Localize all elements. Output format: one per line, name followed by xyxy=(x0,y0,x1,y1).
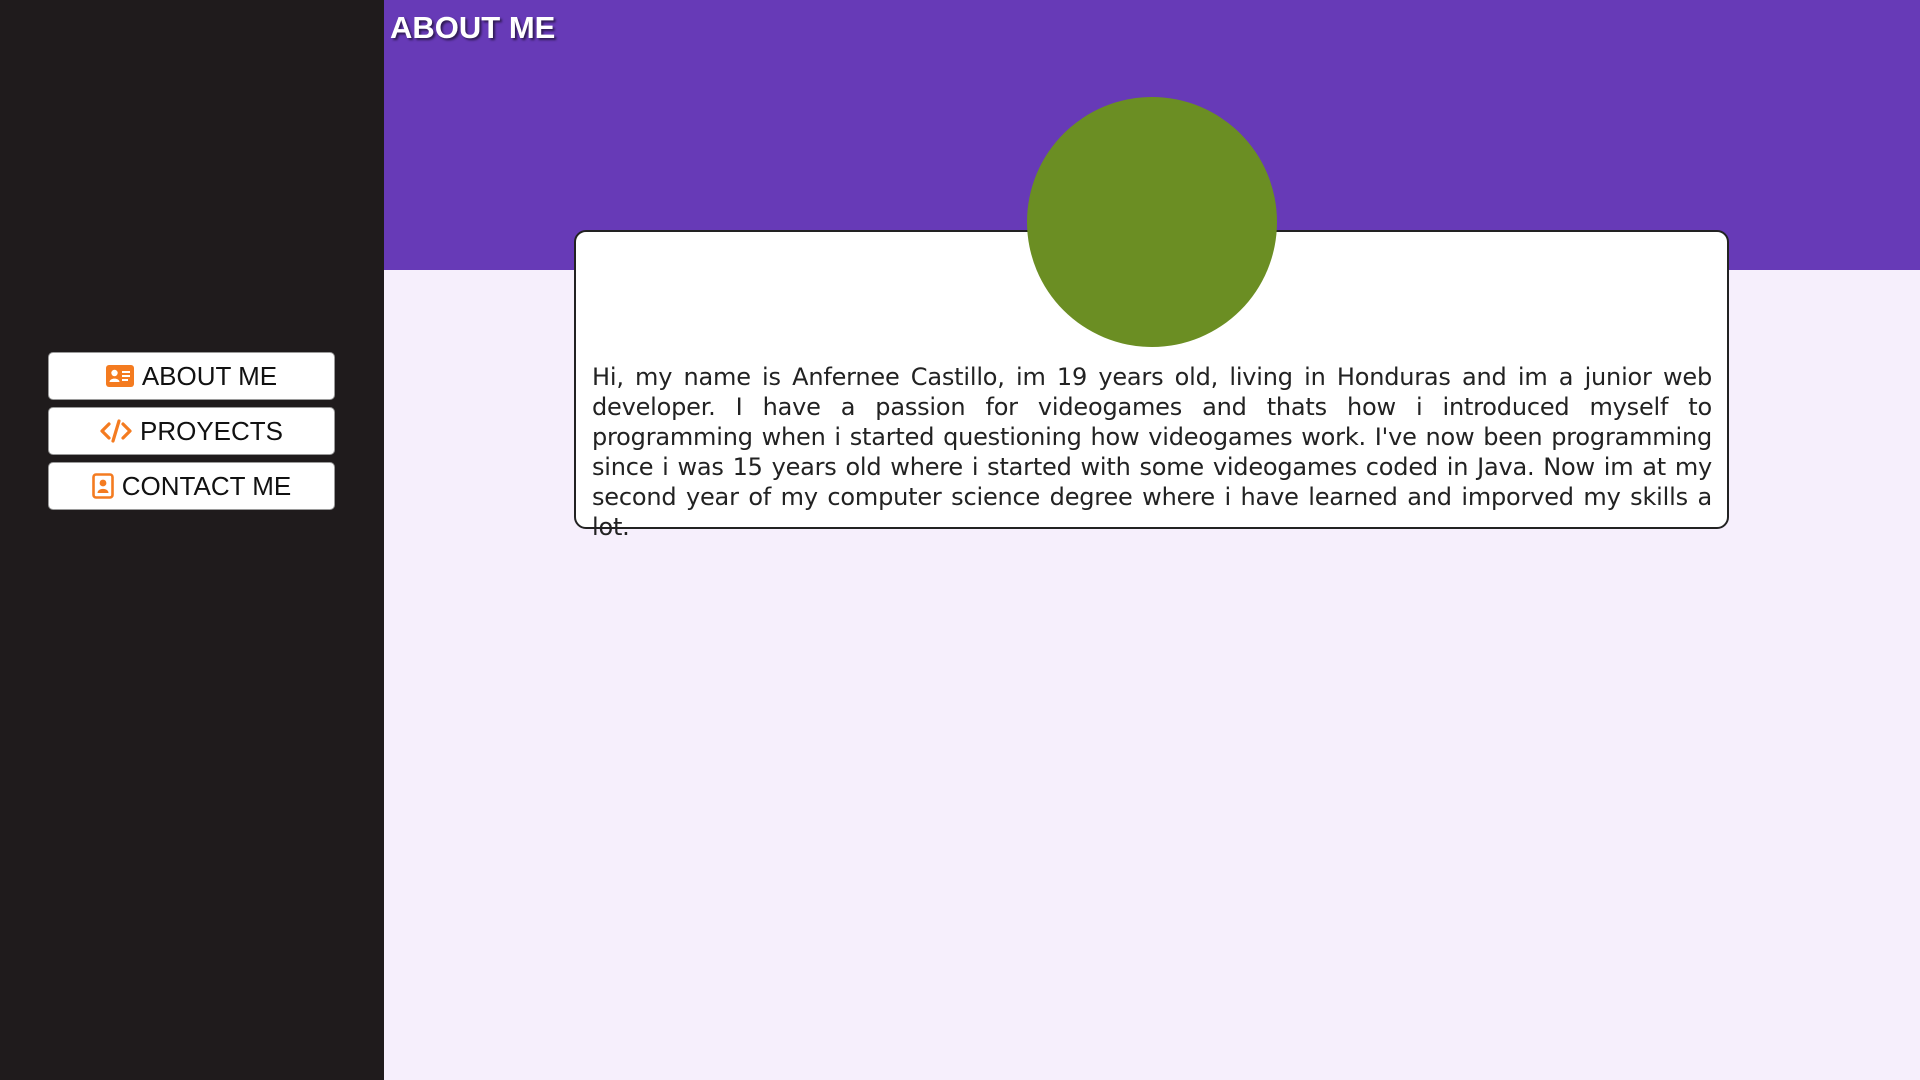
id-card-icon xyxy=(105,365,134,387)
nav-proyects-label: PROYECTS xyxy=(139,415,284,446)
nav-contact-me-button[interactable]: CONTACT ME xyxy=(48,462,335,510)
nav-contact-me-label: CONTACT ME xyxy=(121,470,292,501)
avatar xyxy=(1027,97,1277,347)
sidebar-nav: ABOUT ME PROYECTS CONTACT ME xyxy=(48,352,335,510)
nav-about-me-button[interactable]: ABOUT ME xyxy=(48,352,335,400)
sidebar: ABOUT ME PROYECTS CONTACT ME xyxy=(0,0,384,1080)
nav-about-me-label: ABOUT ME xyxy=(141,360,278,391)
contact-book-icon xyxy=(91,473,114,499)
bio-text: Hi, my name is Anfernee Castillo, im 19 … xyxy=(592,363,1712,541)
nav-proyects-button[interactable]: PROYECTS xyxy=(48,407,335,455)
code-icon xyxy=(100,419,132,443)
page-title: ABOUT ME xyxy=(390,10,556,45)
